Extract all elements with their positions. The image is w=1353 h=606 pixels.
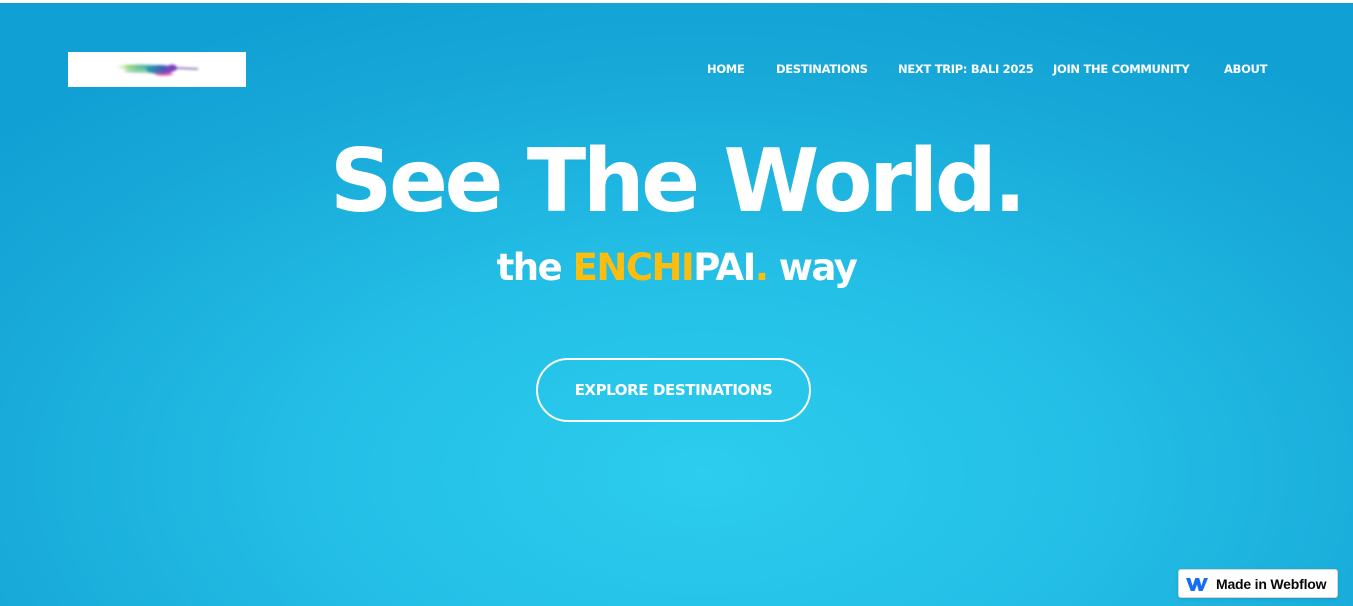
webflow-icon (1185, 576, 1209, 592)
nav-home[interactable]: HOME (707, 61, 745, 77)
nav-destinations[interactable]: DESTINATIONS (776, 61, 868, 77)
brand-highlight: ENCHI (572, 246, 695, 289)
made-in-webflow-badge[interactable]: Made in Webflow (1178, 569, 1338, 598)
nav-join-community[interactable]: JOIN THE COMMUNITY (1053, 61, 1190, 77)
hummingbird-logo-icon (112, 64, 199, 76)
explore-destinations-button[interactable]: EXPLORE DESTINATIONS (536, 358, 811, 422)
brand-rest: PAI (693, 246, 756, 289)
hero-headline: See The World. (329, 130, 1027, 232)
tagline-suffix: way (767, 246, 858, 289)
tagline-prefix: the (496, 246, 573, 289)
nav-next-trip-bali[interactable]: NEXT TRIP: BALI 2025 (898, 61, 1034, 77)
hero-section: HOME DESTINATIONS NEXT TRIP: BALI 2025 J… (0, 3, 1353, 606)
nav-about[interactable]: ABOUT (1224, 61, 1267, 77)
webflow-badge-label: Made in Webflow (1216, 575, 1327, 592)
hero-tagline: the ENCHIPAI. way (0, 244, 1353, 292)
site-logo[interactable] (68, 52, 246, 87)
brand-dot: . (754, 246, 769, 289)
